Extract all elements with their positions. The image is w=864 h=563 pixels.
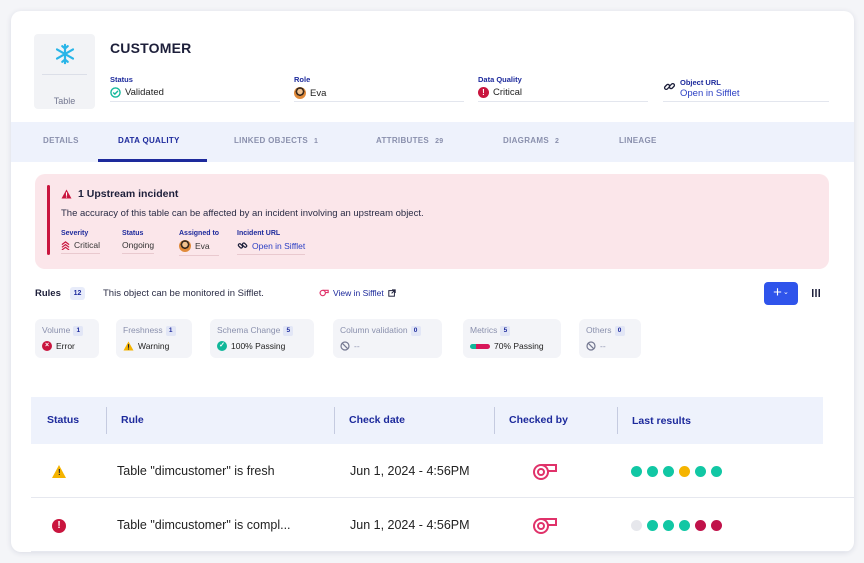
role-value: Eva (310, 87, 327, 99)
status-value: Validated (125, 87, 164, 98)
warning-icon (123, 341, 134, 351)
rule-name[interactable]: Table "dimcustomer" is fresh (117, 464, 275, 478)
tab-count: 2 (554, 138, 560, 145)
tab-data-quality[interactable]: DATA QUALITY (118, 136, 180, 145)
sifflet-logo-icon (533, 464, 557, 480)
tab-lineage[interactable]: LINEAGE (619, 136, 657, 145)
tab-count: 1 (314, 138, 319, 145)
chip-freshness[interactable]: Freshness 1 Warning (116, 319, 192, 358)
role-field[interactable]: Role Eva (294, 75, 464, 102)
disabled-icon (340, 341, 350, 351)
data-quality-value: Critical (493, 87, 523, 98)
avatar (179, 240, 191, 252)
object-url-link[interactable]: Open in Sifflet (680, 88, 829, 99)
col-rule[interactable]: Rule (121, 414, 144, 426)
link-icon (663, 82, 676, 91)
tab-attributes[interactable]: ATTRIBUTES 29 (376, 136, 443, 145)
tab-details[interactable]: DETAILS (43, 136, 79, 145)
rule-name[interactable]: Table "dimcustomer" is compl... (117, 518, 291, 532)
sifflet-logo-icon (319, 289, 329, 297)
result-dot (647, 466, 658, 477)
external-link-icon (388, 289, 396, 297)
result-dot (695, 520, 706, 531)
result-dot (631, 520, 642, 531)
rules-message: This object can be monitored in Sifflet. (103, 288, 264, 299)
result-dot (695, 466, 706, 477)
status-label: Status (110, 75, 133, 84)
check-circle-icon (110, 87, 121, 98)
rules-count-badge: 12 (70, 287, 85, 300)
col-last-results[interactable]: Last results (632, 415, 691, 427)
check-date: Jun 1, 2024 - 4:56PM (350, 464, 470, 478)
result-dot (711, 520, 722, 531)
result-dot (679, 520, 690, 531)
result-dot (711, 466, 722, 477)
tab-linked-objects[interactable]: LINKED OBJECTS 1 (234, 136, 318, 145)
incident-banner: 1 Upstream incident The accuracy of this… (35, 174, 829, 269)
tab-diagrams[interactable]: DIAGRAMS 2 (503, 136, 559, 145)
view-in-sifflet-link[interactable]: View in Sifflet (319, 288, 396, 298)
incident-description: The accuracy of this table can be affect… (61, 208, 424, 219)
critical-icon: ! (478, 87, 489, 98)
metrics-progress-bar (470, 343, 490, 349)
active-tab-indicator (98, 159, 207, 162)
avatar (294, 87, 306, 99)
warning-icon: ! (52, 465, 66, 478)
col-checked-by[interactable]: Checked by (509, 414, 568, 426)
result-dot (663, 520, 674, 531)
object-url-label: Object URL (680, 78, 721, 87)
chip-schema-change[interactable]: Schema Change 5 ✓ 100% Passing (210, 319, 314, 358)
rules-table-header: Status Rule Check date Checked by Last r… (31, 397, 823, 444)
data-quality-label: Data Quality (478, 75, 522, 84)
status-field[interactable]: Status Validated (110, 75, 280, 102)
chip-column-validation[interactable]: Column validation 0 -- (333, 319, 442, 358)
data-quality-field[interactable]: Data Quality ! Critical (478, 75, 648, 102)
check-date: Jun 1, 2024 - 4:56PM (350, 518, 470, 532)
table-row[interactable]: ! Table "dimcustomer" is fresh Jun 1, 20… (31, 444, 854, 498)
incident-url-link[interactable]: Open in Sifflet (252, 241, 305, 251)
tab-count: 29 (435, 138, 444, 145)
result-dot (647, 520, 658, 531)
table-row[interactable]: ! Table "dimcustomer" is compl... Jun 1,… (31, 498, 854, 552)
col-status[interactable]: Status (47, 414, 79, 426)
snowflake-icon (55, 43, 75, 65)
incident-url[interactable]: Incident URL Open in Sifflet (237, 230, 306, 255)
tab-bar: DETAILS DATA QUALITY LINKED OBJECTS 1 ATT… (11, 122, 854, 162)
last-results (631, 466, 722, 477)
link-icon (237, 242, 248, 249)
error-icon: ! (52, 519, 66, 533)
chevron-down-icon: ⌄ (782, 289, 789, 297)
col-check-date[interactable]: Check date (349, 414, 405, 426)
disabled-icon (586, 341, 596, 351)
error-icon: × (42, 341, 52, 351)
incident-title: 1 Upstream incident (78, 188, 179, 200)
result-dot (663, 466, 674, 477)
object-url-field[interactable]: Object URL Open in Sifflet (663, 75, 829, 102)
add-rule-button[interactable]: +⌄ (764, 282, 798, 305)
incident-status: Status Ongoing (122, 230, 155, 254)
chip-metrics[interactable]: Metrics 5 70% Passing (463, 319, 561, 358)
alert-triangle-icon (61, 189, 72, 199)
check-icon: ✓ (217, 341, 227, 351)
role-label: Role (294, 75, 311, 84)
rules-label: Rules (35, 288, 61, 299)
columns-icon[interactable] (810, 287, 822, 299)
catalog-object-card: Table CUSTOMER Status Validated Role Eva… (11, 11, 854, 552)
severity-critical-icon (61, 240, 70, 250)
chip-others[interactable]: Others 0 -- (579, 319, 641, 358)
incident-severity: Severity Critical (61, 230, 100, 254)
object-type-tile: Table (34, 34, 95, 109)
incident-assignee[interactable]: Assigned to Eva (179, 230, 220, 256)
result-dot (679, 466, 690, 477)
sifflet-logo-icon (533, 518, 557, 534)
object-type-label: Table (53, 96, 76, 106)
last-results (631, 520, 722, 531)
page-title: CUSTOMER (110, 40, 192, 56)
result-dot (631, 466, 642, 477)
chip-volume[interactable]: Volume 1 × Error (35, 319, 99, 358)
